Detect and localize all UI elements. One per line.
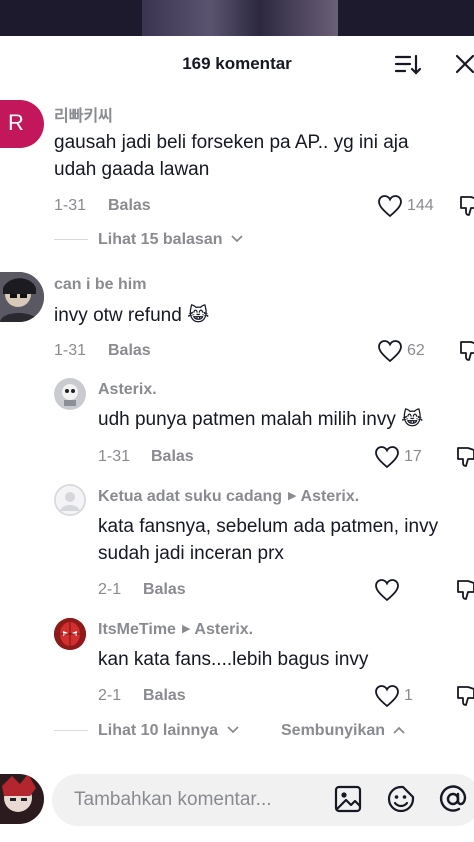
chevron-down-icon (231, 235, 243, 243)
avatar[interactable] (54, 484, 86, 516)
comment-input-bar: Tambahkan komentar... (0, 760, 474, 842)
reply-button[interactable]: Balas (108, 197, 151, 215)
avatar[interactable]: R (0, 100, 44, 148)
view-more-replies-button[interactable]: Lihat 10 lainnya (98, 722, 239, 740)
chevron-down-icon (226, 726, 239, 734)
user-avatar[interactable] (0, 774, 44, 824)
heart-icon[interactable] (377, 194, 403, 218)
reply-to-username[interactable]: Asterix. (194, 621, 253, 638)
like-count: 1 (404, 687, 413, 704)
avatar-image (0, 774, 44, 824)
avatar[interactable] (54, 618, 86, 650)
reply-arrow-icon: ▶ (181, 623, 191, 635)
view-more-label: Lihat 10 lainnya (98, 722, 219, 739)
view-replies-label: Lihat 15 balasan (98, 231, 223, 248)
comment-username[interactable]: can i be him (54, 276, 146, 294)
sort-icon[interactable] (394, 52, 422, 78)
reply-text-line-2: sudah jadi inceran prx (98, 543, 284, 564)
reply-username-text: Ketua adat suku cadang (98, 488, 283, 505)
divider (54, 730, 88, 731)
divider (54, 239, 88, 240)
avatar-image (54, 484, 86, 516)
dislike-icon[interactable] (455, 578, 474, 602)
comment-date: 1-31 (54, 342, 87, 359)
comment-date: 1-31 (54, 197, 87, 214)
dislike-icon[interactable] (458, 194, 474, 218)
video-thumbnail (142, 0, 338, 36)
dislike-icon[interactable] (455, 445, 474, 469)
comment-input-placeholder: Tambahkan komentar... (74, 789, 272, 810)
reply-button[interactable]: Balas (143, 581, 186, 599)
comment-text-line-2: udah gaada lawan (54, 159, 210, 180)
avatar-image (0, 272, 44, 322)
reply-date: 2-1 (98, 687, 122, 704)
reply-text-line-1: kata fansnya, sebelum ada patmen, invy (98, 516, 439, 537)
reply-button[interactable]: Balas (143, 687, 186, 705)
reply-username[interactable]: Asterix. (98, 381, 157, 399)
avatar-image (54, 378, 86, 410)
reply-username[interactable]: ItsMeTime ▶ Asterix. (98, 621, 253, 639)
avatar[interactable] (54, 378, 86, 410)
reply-text-line-1: udh punya patmen malah milih invy 😹 (98, 409, 424, 430)
chevron-up-icon (393, 726, 406, 734)
comments-header: 169 komentar (0, 36, 474, 92)
reply-button[interactable]: Balas (108, 342, 151, 360)
reply-username[interactable]: Ketua adat suku cadang ▶ Asterix. (98, 488, 359, 506)
heart-icon[interactable] (374, 684, 400, 708)
dislike-icon[interactable] (455, 684, 474, 708)
video-preview[interactable] (0, 0, 474, 36)
reply-to-username[interactable]: Asterix. (301, 488, 360, 505)
hide-replies-button[interactable]: Sembunyikan (281, 722, 406, 740)
close-icon[interactable] (454, 52, 474, 76)
reply-username-text: ItsMeTime (98, 621, 176, 638)
comment-username[interactable]: 리빠키씨 (54, 102, 113, 126)
image-icon[interactable] (333, 784, 363, 814)
heart-icon[interactable] (377, 339, 403, 363)
view-replies-button[interactable]: Lihat 15 balasan (98, 231, 243, 249)
comment-text-line-1: invy otw refund 😹 (54, 305, 210, 326)
reply-text-line-1: kan kata fans....lebih bagus invy (98, 649, 369, 670)
avatar-letter: R (8, 110, 24, 135)
reply-date: 2-1 (98, 581, 122, 598)
like-count: 144 (407, 197, 434, 214)
like-count: 62 (407, 342, 425, 359)
emoji-icon[interactable] (386, 784, 416, 814)
reply-arrow-icon: ▶ (288, 490, 297, 502)
heart-icon[interactable] (374, 445, 400, 469)
heart-icon[interactable] (374, 578, 400, 602)
reply-date: 1-31 (98, 448, 131, 465)
mention-icon[interactable] (438, 784, 468, 814)
like-count: 17 (404, 448, 422, 465)
dislike-icon[interactable] (458, 339, 474, 363)
comment-text-line-1: gausah jadi beli forseken pa AP.. yg ini… (54, 132, 409, 153)
avatar-image (54, 618, 86, 650)
hide-label: Sembunyikan (281, 722, 386, 739)
reply-button[interactable]: Balas (151, 448, 194, 466)
avatar[interactable] (0, 272, 44, 322)
